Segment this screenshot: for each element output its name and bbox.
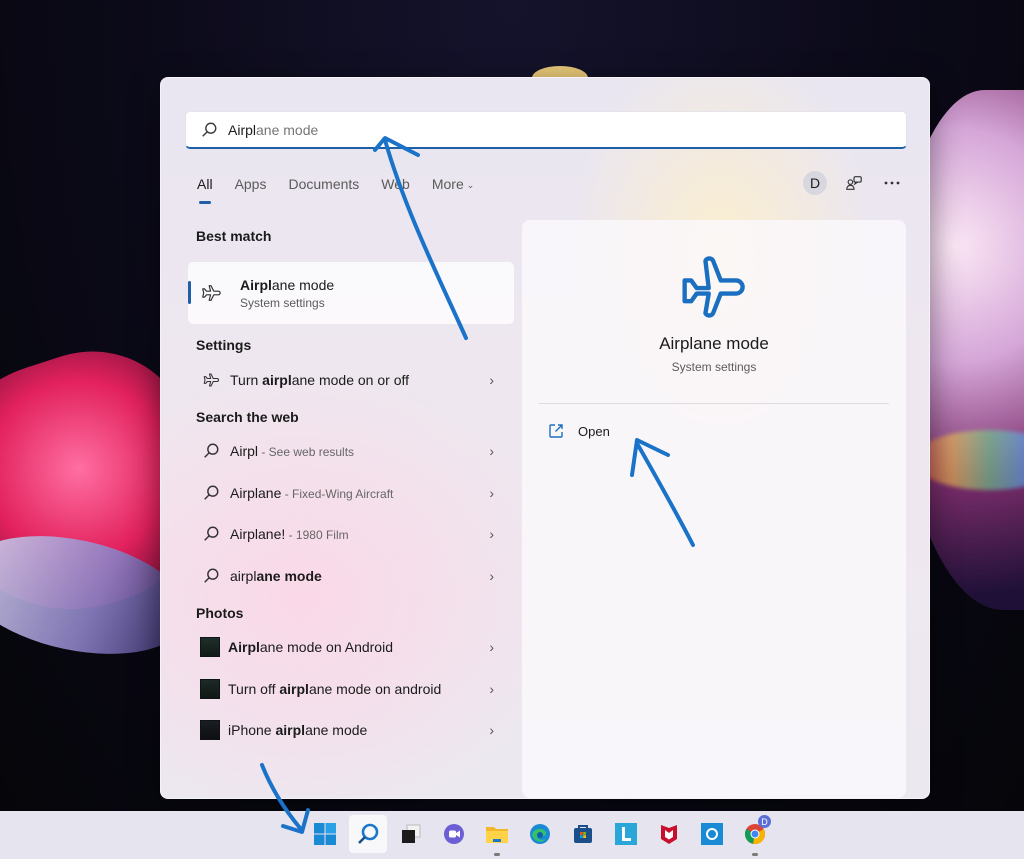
- task-view-button[interactable]: [392, 815, 430, 853]
- store-button[interactable]: [564, 815, 602, 853]
- result-label: Turn airplane mode on or off: [230, 371, 410, 388]
- airplane-icon: [203, 373, 219, 387]
- web-result[interactable]: Airpl - See web results ›: [188, 431, 514, 473]
- feedback-icon[interactable]: [843, 172, 865, 194]
- filter-tabs: All Apps Documents Web More ⌄: [197, 176, 496, 204]
- result-label: Airplane! - 1980 Film: [230, 526, 349, 543]
- cortana-icon: [701, 823, 723, 845]
- chevron-right-icon: ›: [489, 639, 494, 656]
- web-result[interactable]: airplane mode ›: [188, 555, 514, 597]
- chat-button[interactable]: [435, 815, 473, 853]
- result-label: airplane mode: [230, 567, 322, 584]
- chevron-right-icon: ›: [489, 443, 494, 460]
- chevron-right-icon: ›: [489, 526, 494, 543]
- open-label: Open: [578, 423, 610, 439]
- section-title-web: Search the web: [196, 408, 299, 425]
- edge-button[interactable]: [521, 815, 559, 853]
- chevron-right-icon: ›: [489, 484, 494, 501]
- search-icon: [204, 443, 219, 459]
- web-result[interactable]: Airplane! - 1980 Film ›: [188, 514, 514, 556]
- best-match-subtitle: System settings: [240, 295, 325, 310]
- section-title-best-match: Best match: [196, 228, 272, 244]
- photo-result[interactable]: iPhone airplane mode ›: [188, 710, 514, 752]
- airplane-icon: [202, 285, 221, 301]
- tab-documents[interactable]: Documents: [288, 176, 359, 192]
- best-match-title: Airplane mode: [240, 276, 335, 293]
- web-result[interactable]: Airplane - Fixed-Wing Aircraft ›: [188, 472, 514, 514]
- cortana-button[interactable]: [693, 815, 731, 853]
- taskbar-apps: D: [306, 815, 774, 856]
- edge-icon: [530, 824, 550, 844]
- search-input[interactable]: Airplane mode: [185, 111, 907, 149]
- result-label: Airpl - See web results: [230, 443, 355, 460]
- results-list: Best match Airplane mode System settings…: [188, 228, 514, 751]
- divider: [539, 403, 889, 404]
- search-icon: [204, 526, 219, 542]
- search-icon: [358, 823, 379, 844]
- running-indicator: [494, 853, 500, 856]
- windows-logo-icon: [314, 823, 336, 845]
- result-label: Turn off airplane mode on android: [228, 680, 442, 697]
- open-button[interactable]: Open: [548, 423, 610, 439]
- photo-result[interactable]: Airplane mode on Android ›: [188, 627, 514, 669]
- tab-apps[interactable]: Apps: [235, 176, 267, 192]
- preview-subtitle: System settings: [671, 360, 757, 374]
- l-app-button[interactable]: [607, 815, 645, 853]
- photo-thumbnail: [200, 678, 220, 699]
- task-view-icon: [402, 824, 421, 843]
- preview-pane: Airplane mode System settings Open: [522, 220, 906, 798]
- section-title-settings: Settings: [196, 337, 252, 353]
- folder-icon: [486, 827, 508, 843]
- account-avatar[interactable]: D: [803, 171, 827, 195]
- search-icon: [204, 568, 219, 583]
- best-match-result[interactable]: Airplane mode System settings: [188, 262, 514, 324]
- file-explorer-button[interactable]: [478, 815, 516, 856]
- chevron-right-icon: ›: [489, 567, 494, 584]
- photo-result[interactable]: Turn off airplane mode on android ›: [188, 668, 514, 710]
- result-label: iPhone airplane mode: [228, 722, 368, 739]
- tab-all[interactable]: All: [197, 176, 213, 204]
- search-icon: [202, 122, 217, 137]
- l-app-icon: [615, 823, 637, 845]
- photo-thumbnail: [200, 637, 220, 658]
- open-external-icon: [549, 424, 563, 438]
- more-options-icon[interactable]: [881, 172, 903, 194]
- search-icon: [204, 485, 219, 500]
- chevron-right-icon: ›: [489, 371, 494, 388]
- tab-web[interactable]: Web: [381, 176, 410, 192]
- chevron-right-icon: ›: [489, 722, 494, 739]
- top-actions: D: [803, 171, 903, 195]
- result-label: Airplane mode on Android: [228, 639, 393, 656]
- section-title-photos: Photos: [196, 604, 244, 621]
- airplane-icon: [682, 256, 745, 318]
- chrome-button[interactable]: D: [736, 815, 774, 856]
- photo-thumbnail: [200, 720, 220, 741]
- preview-title: Airplane mode: [659, 334, 769, 353]
- result-label: Airplane - Fixed-Wing Aircraft: [230, 484, 394, 501]
- taskbar: D: [0, 811, 1024, 859]
- mcafee-icon: [661, 825, 677, 844]
- mcafee-button[interactable]: [650, 815, 688, 853]
- search-query: Airplane mode: [228, 121, 319, 138]
- start-button[interactable]: [306, 815, 344, 853]
- running-indicator: [752, 853, 758, 856]
- chevron-down-icon: ⌄: [466, 179, 475, 190]
- store-icon: [574, 825, 592, 843]
- profile-badge: D: [758, 815, 771, 828]
- tab-more-label: More: [431, 176, 464, 192]
- taskbar-search-button[interactable]: [349, 815, 387, 853]
- tab-more[interactable]: More ⌄: [432, 176, 474, 192]
- settings-result[interactable]: Turn airplane mode on or off ›: [188, 359, 514, 401]
- search-panel: Airplane mode All Apps Documents Web Mor…: [160, 77, 930, 799]
- chevron-right-icon: ›: [489, 680, 494, 697]
- chat-icon: [444, 824, 464, 844]
